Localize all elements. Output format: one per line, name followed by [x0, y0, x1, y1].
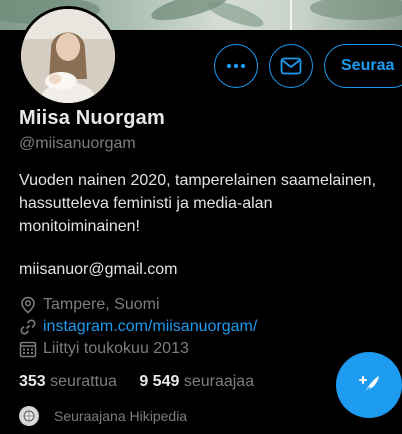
message-button[interactable] — [269, 44, 313, 88]
profile-avatar[interactable] — [18, 6, 118, 106]
profile-handle: @miisanuorgam — [19, 135, 136, 152]
calendar-icon — [19, 341, 37, 358]
joined-text: Liittyi toukokuu 2013 — [43, 340, 189, 357]
followers-stat[interactable]: 9 549 seuraajaa — [139, 373, 254, 391]
mail-icon — [280, 57, 302, 75]
more-options-button[interactable] — [214, 44, 258, 88]
followed-by-text: Seuraajana Hikipedia — [54, 408, 188, 424]
follow-stats: 353 seurattua 9 549 seuraajaa — [19, 373, 272, 391]
bio-line: hassutteleva feministi ja media-alan — [19, 195, 273, 212]
joined-row: Liittyi toukokuu 2013 — [19, 340, 189, 358]
profile-name: Miisa Nuorgam — [19, 107, 165, 129]
location-row: Tampere, Suomi — [19, 296, 160, 314]
followed-by-row[interactable]: Seuraajana Hikipedia — [19, 406, 187, 426]
location-pin-icon — [21, 296, 35, 314]
following-count: 353 — [19, 373, 46, 390]
more-dots-icon — [226, 63, 246, 69]
following-label: seurattua — [50, 373, 117, 390]
followers-count: 9 549 — [139, 373, 180, 390]
followers-label: seuraajaa — [183, 373, 255, 390]
compose-tweet-icon — [359, 376, 379, 395]
location-text: Tampere, Suomi — [43, 296, 160, 313]
following-stat[interactable]: 353 seurattua — [19, 373, 117, 391]
profile-screen: Seuraa Miisa Nuorgam @miisanuorgam Vuode… — [0, 0, 402, 434]
follower-avatar — [19, 406, 39, 426]
link-icon — [20, 319, 36, 335]
profile-bio: Vuoden nainen 2020, tamperelainen saamel… — [19, 169, 399, 238]
bio-line: monitoiminainen! — [19, 218, 140, 235]
profile-email: miisanuor@gmail.com — [19, 261, 178, 278]
puzzle-globe-icon — [23, 410, 35, 422]
website-row: instagram.com/miisanuorgam/ — [19, 318, 257, 336]
website-link[interactable]: instagram.com/miisanuorgam/ — [43, 318, 257, 336]
compose-tweet-button[interactable] — [336, 352, 402, 418]
bio-line: Vuoden nainen 2020, tamperelainen saamel… — [19, 172, 377, 189]
follow-button[interactable]: Seuraa — [324, 44, 402, 88]
follow-button-label: Seuraa — [341, 57, 395, 74]
